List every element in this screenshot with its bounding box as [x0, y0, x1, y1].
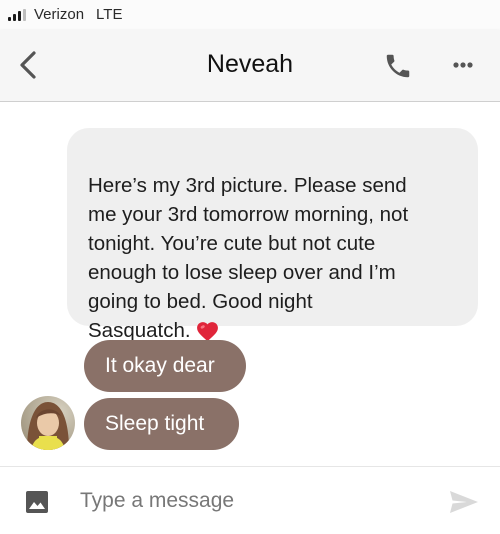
status-bar: Verizon LTE [0, 0, 500, 30]
chevron-left-icon [20, 51, 36, 79]
back-button[interactable] [14, 48, 46, 82]
sent-message-bubble: Sleep tight [84, 398, 239, 450]
contact-name-title: Neveah [206, 50, 294, 78]
send-button[interactable] [449, 490, 479, 514]
conversation-header: Neveah [0, 30, 500, 102]
message-input[interactable] [80, 482, 410, 520]
red-heart-icon [196, 322, 218, 342]
avatar-photo [21, 396, 75, 450]
image-icon [26, 491, 48, 513]
message-text: Sleep tight [105, 412, 205, 435]
carrier-name: Verizon [34, 6, 85, 23]
call-button[interactable] [383, 51, 413, 81]
send-icon [450, 491, 478, 513]
contact-avatar[interactable] [21, 396, 75, 450]
signal-strength-icon [8, 9, 28, 21]
sent-message-bubble: It okay dear [84, 340, 246, 392]
attach-image-button[interactable] [25, 490, 49, 514]
more-horizontal-icon [453, 62, 473, 68]
message-composer [0, 466, 500, 534]
more-options-button[interactable] [446, 57, 480, 73]
message-text: Here’s my 3rd picture. Please send me yo… [88, 174, 409, 342]
carrier-label: Verizon LTE [34, 6, 122, 23]
message-text: It okay dear [105, 354, 215, 377]
phone-icon [386, 54, 410, 78]
received-message-bubble: Here’s my 3rd picture. Please send me yo… [67, 128, 478, 342]
network-type: LTE [96, 6, 123, 23]
message-thread[interactable]: Here’s my 3rd picture. Please send me yo… [0, 102, 500, 466]
